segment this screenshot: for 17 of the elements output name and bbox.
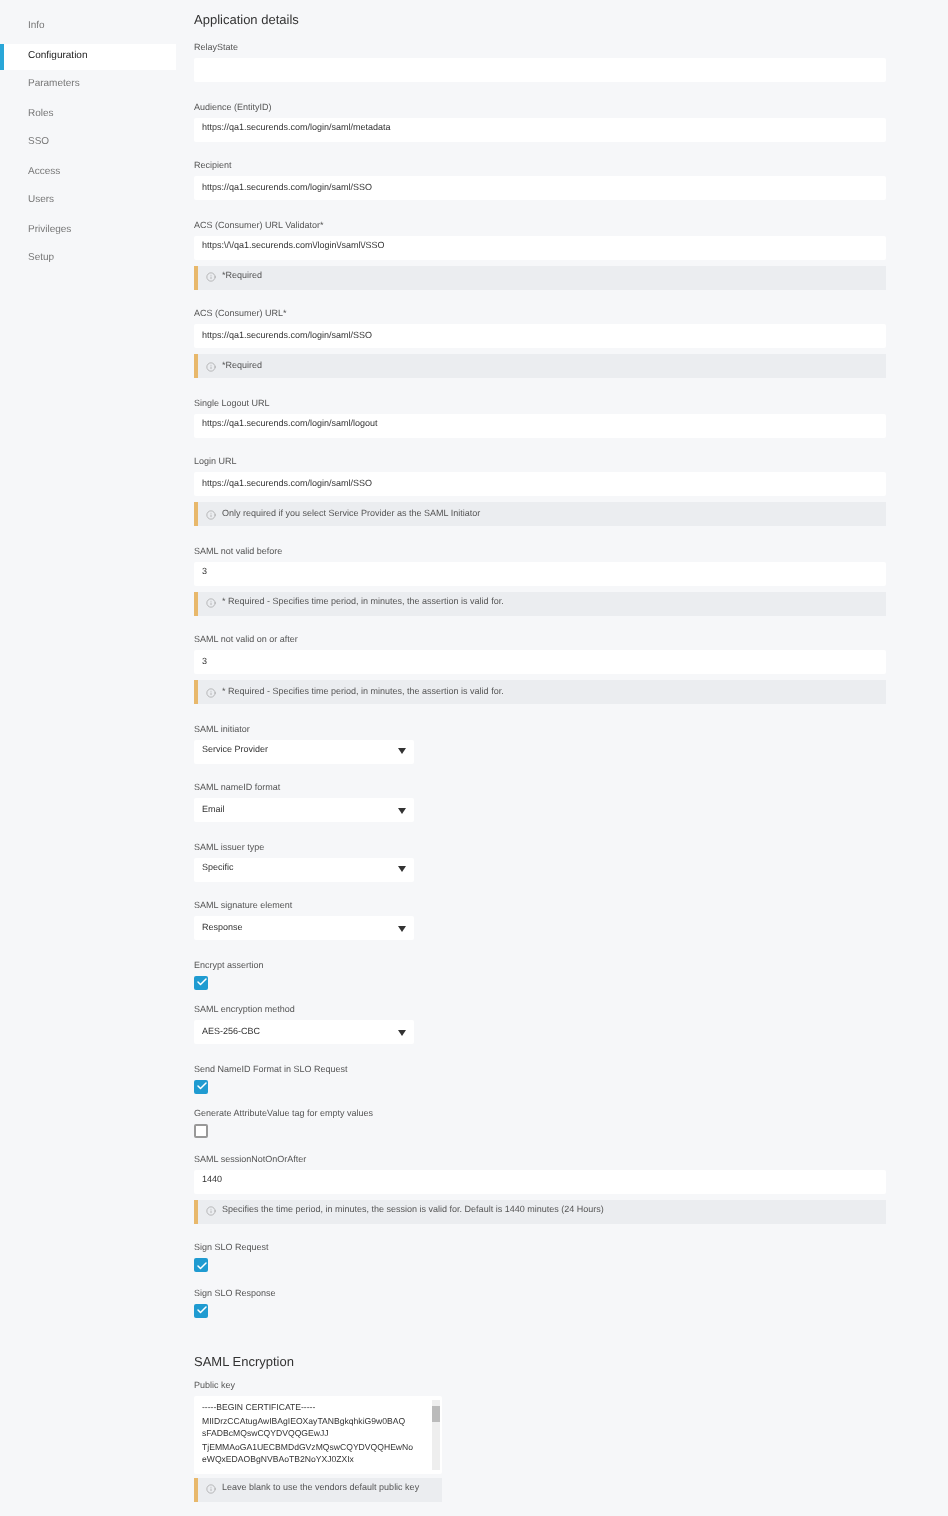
caret-icon — [398, 925, 406, 931]
caret-icon — [398, 1029, 406, 1035]
info-icon — [206, 272, 216, 282]
info-icon — [206, 1484, 216, 1494]
check-icon — [195, 1080, 207, 1092]
caret-icon — [398, 748, 406, 754]
caret-icon — [398, 866, 406, 872]
info-icon — [206, 1206, 216, 1216]
checkbox[interactable] — [194, 1124, 208, 1138]
check-icon — [195, 1259, 207, 1271]
info-icon — [206, 687, 216, 697]
check-icon — [195, 976, 207, 988]
caret-icon — [398, 807, 406, 813]
info-icon — [206, 598, 216, 608]
info-icon — [206, 509, 216, 519]
info-icon — [206, 361, 216, 371]
check-icon — [195, 1304, 207, 1316]
